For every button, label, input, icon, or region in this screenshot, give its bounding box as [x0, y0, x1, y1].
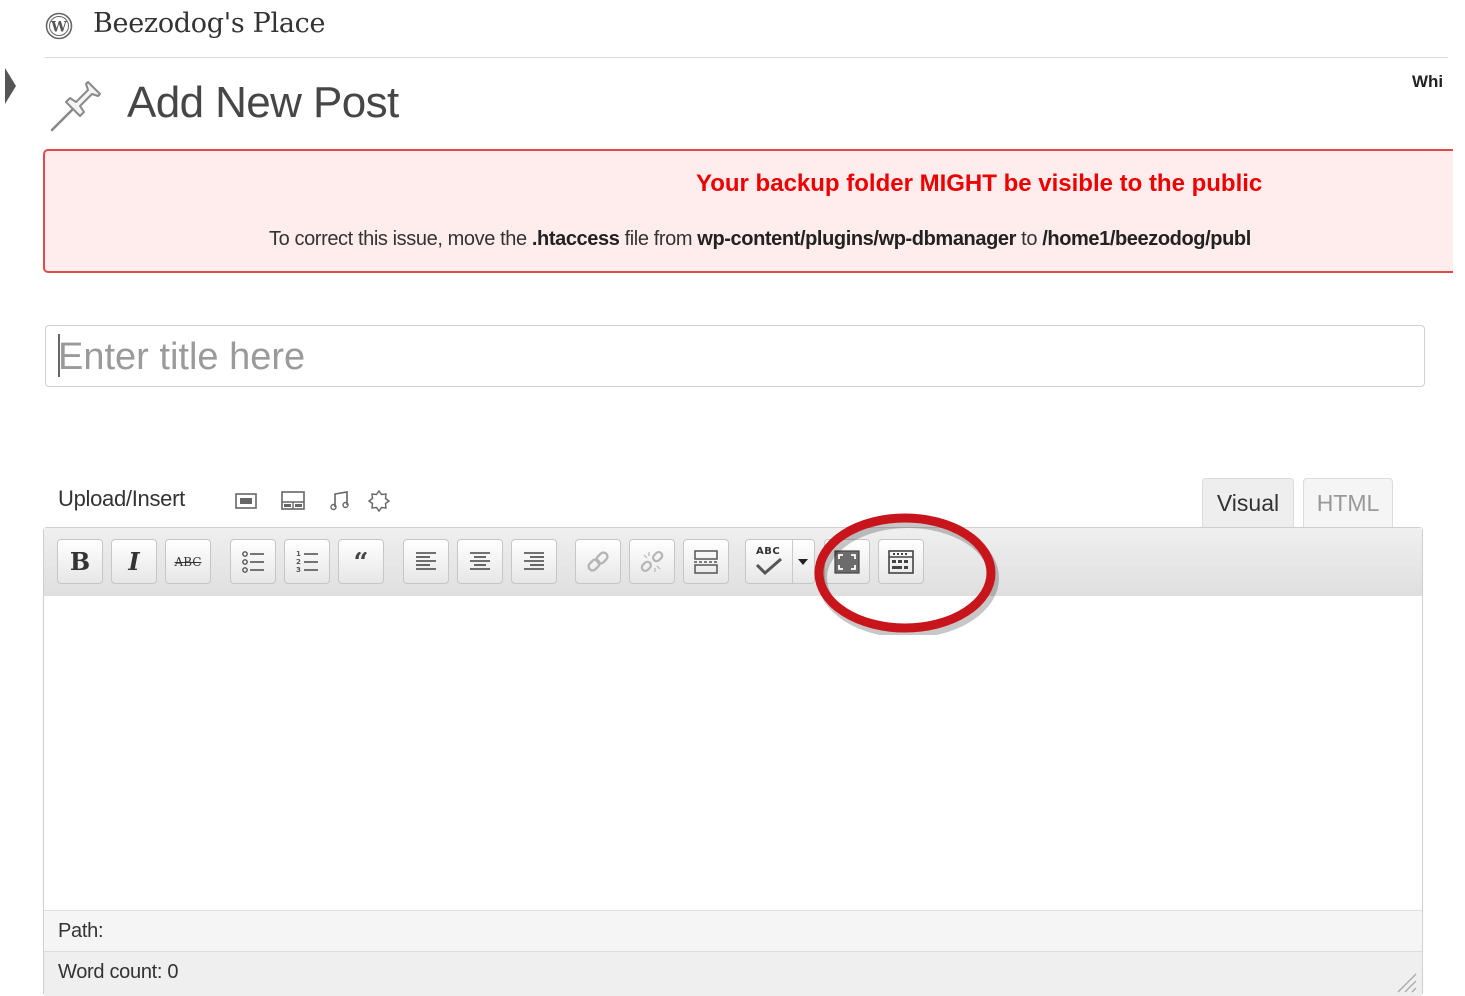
- upload-insert-label: Upload/Insert: [58, 486, 185, 511]
- remove-link-button[interactable]: [629, 539, 675, 584]
- align-left-icon: [416, 551, 436, 570]
- more-tag-icon: [694, 549, 718, 574]
- notice-source-path: wp-content/plugins/wp-dbmanager: [697, 228, 1017, 250]
- align-right-button[interactable]: [511, 539, 557, 584]
- editor-path-bar: Path:: [44, 910, 1422, 952]
- notice-body-prefix: To correct this issue, move the: [269, 228, 532, 250]
- kitchen-sink-button[interactable]: [878, 539, 924, 584]
- header-divider: [45, 57, 1448, 58]
- spellcheck-label: ABC: [756, 545, 781, 557]
- kitchen-sink-icon: [888, 549, 914, 574]
- italic-icon: I: [128, 547, 140, 576]
- insert-more-tag-button[interactable]: [683, 539, 729, 584]
- notice-title: Your backup folder MIGHT be visible to t…: [696, 170, 1263, 197]
- page-title: Add New Post: [127, 78, 399, 127]
- svg-text:2: 2: [296, 558, 301, 566]
- site-name-link[interactable]: Beezodog's Place: [93, 8, 325, 39]
- title-field-wrapper[interactable]: [45, 325, 1425, 387]
- link-icon: [587, 550, 609, 572]
- svg-text:3: 3: [296, 566, 301, 574]
- tab-html[interactable]: HTML: [1303, 478, 1393, 527]
- editor-content-area[interactable]: [44, 596, 1422, 910]
- svg-text:1: 1: [296, 550, 301, 558]
- word-count-label: Word count: 0: [58, 961, 179, 983]
- blockquote-button[interactable]: “: [338, 539, 384, 584]
- spellcheck-button[interactable]: ABC: [745, 539, 815, 584]
- path-label: Path:: [58, 920, 104, 942]
- pushpin-icon: [50, 81, 101, 132]
- unlink-icon: [640, 550, 664, 572]
- add-media-icon[interactable]: [366, 488, 392, 514]
- notice-dest-path: /home1/beezodog/publ: [1042, 228, 1251, 250]
- text-caret: [58, 334, 60, 377]
- notice-body: To correct this issue, move the .htacces…: [269, 228, 1251, 251]
- align-center-icon: [470, 551, 490, 570]
- svg-text:W: W: [50, 20, 67, 36]
- notice-file-name: .htaccess: [531, 228, 620, 250]
- notice-body-middle: file from: [619, 228, 698, 250]
- blockquote-icon: “: [354, 552, 369, 572]
- numbered-list-button[interactable]: 123: [284, 539, 330, 584]
- post-title-input[interactable]: [56, 332, 1410, 382]
- add-video-icon[interactable]: [280, 488, 306, 514]
- spellcheck-divider: [792, 540, 793, 583]
- align-right-icon: [524, 551, 544, 570]
- backup-warning-notice: Your backup folder MIGHT be visible to t…: [43, 149, 1453, 273]
- italic-button[interactable]: I: [111, 539, 157, 584]
- chevron-down-icon[interactable]: [797, 558, 809, 566]
- add-audio-icon[interactable]: [327, 488, 353, 514]
- wordpress-logo-icon[interactable]: W: [45, 12, 73, 40]
- post-editor: B I ABC 123 “ ABC Path: Word count: 0: [43, 527, 1423, 996]
- spellcheck-icon: ABC: [754, 546, 786, 578]
- bullet-list-icon: [242, 550, 264, 573]
- strikethrough-button[interactable]: ABC: [165, 539, 211, 584]
- tab-visual[interactable]: Visual: [1202, 478, 1294, 527]
- strikethrough-icon: ABC: [174, 554, 202, 569]
- fullscreen-button[interactable]: [824, 539, 870, 584]
- editor-toolbar: B I ABC 123 “ ABC: [44, 528, 1422, 597]
- word-count-bar: Word count: 0: [44, 951, 1422, 996]
- bullet-list-button[interactable]: [230, 539, 276, 584]
- align-center-button[interactable]: [457, 539, 503, 584]
- notice-body-to: to: [1016, 228, 1043, 250]
- screen-options-partial-text[interactable]: Whi: [1412, 72, 1443, 92]
- bold-button[interactable]: B: [57, 539, 103, 584]
- add-image-icon[interactable]: [233, 488, 259, 514]
- collapse-menu-arrow-icon[interactable]: [5, 68, 16, 104]
- resize-handle-icon[interactable]: [1394, 970, 1418, 994]
- insert-link-button[interactable]: [575, 539, 621, 584]
- bold-icon: B: [69, 547, 91, 576]
- fullscreen-icon: [834, 549, 860, 574]
- numbered-list-icon: 123: [296, 550, 318, 574]
- svg-text:“: “: [354, 552, 369, 572]
- align-left-button[interactable]: [403, 539, 449, 584]
